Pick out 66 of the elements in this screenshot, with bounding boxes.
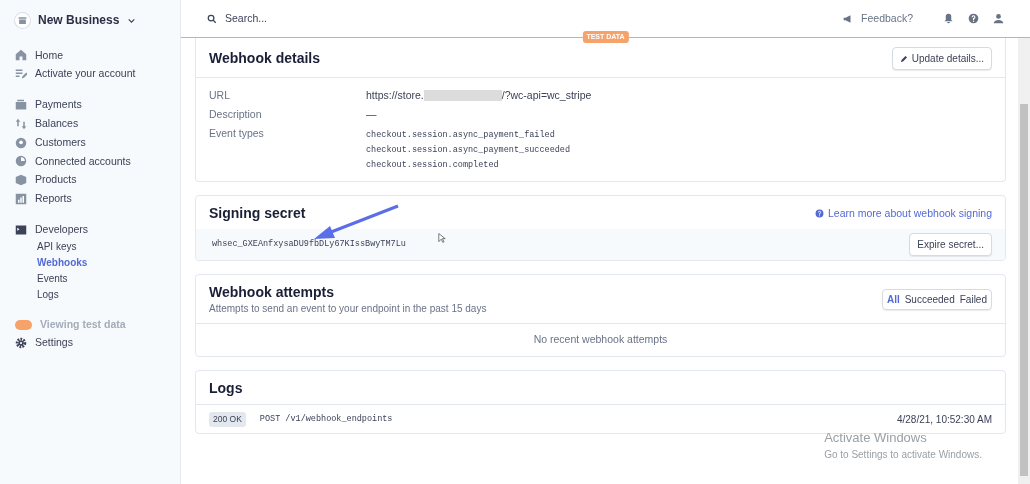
search-icon [207,13,217,24]
sidebar-item[interactable]: Products [15,170,180,190]
sidebar-subitem[interactable]: API keys [15,239,180,256]
sidebar-item[interactable]: Activate your account [15,64,180,84]
feedback-link[interactable]: Feedback? [861,10,913,27]
help-icon [814,208,824,218]
sidebar-item[interactable]: Home [15,46,180,65]
sidebar-subitem[interactable]: Events [15,271,180,288]
event-type: checkout.session.completed [366,159,500,172]
arrows-icon [15,117,27,130]
url-text: https://store. [366,88,424,103]
field-value: — [366,107,377,122]
sidebar-item[interactable]: Balances [15,114,180,134]
list-pencil-icon [15,68,27,81]
sidebar-item[interactable]: Reports [15,189,180,209]
business-name[interactable]: New Business [38,11,120,29]
sidebar-item[interactable]: Settings [15,333,180,353]
sidebar-subitem[interactable]: Webhooks [15,255,180,272]
sidebar-item[interactable]: Developers [15,220,180,240]
event-type: checkout.session.async_payment_succeeded [366,144,571,157]
scrollbar-thumb[interactable] [1020,104,1028,476]
bell-icon[interactable] [943,13,954,24]
status-badge: 200 OK [209,412,246,427]
pencil-icon [899,54,908,63]
log-request: POST /v1/webhook_endpoints [259,413,393,427]
filter-tab[interactable]: Succeeded [904,292,955,308]
card-title: Webhook details [209,50,320,67]
log-time: 4/28/21, 10:52:30 AM [896,413,992,428]
house-icon [15,49,27,62]
sidebar-subitem[interactable]: Logs [15,287,180,304]
help-icon[interactable] [968,13,979,24]
pie-icon [15,155,27,168]
sidebar-item[interactable]: Customers [15,133,180,152]
search-field[interactable]: Search... [223,9,423,28]
cursor-icon [438,231,446,244]
expire-secret-button[interactable]: Expire secret... [909,232,992,256]
activation-message: Go to Settings to activate Windows. [824,448,982,462]
card-subtitle: Attempts to send an event to your endpoint in the past 15 days [209,301,487,316]
test-data-toggle[interactable] [15,319,32,330]
person-circle-icon [15,136,27,149]
field-label: URL [209,88,231,103]
learn-more-link[interactable]: Learn more about webhook signing [814,205,992,222]
cube-icon [15,174,27,187]
bar-chart-icon [15,192,27,205]
card-title: Logs [209,380,243,398]
sidebar-item[interactable]: Connected accounts [15,152,180,171]
card-title: Webhook attempts [209,283,335,301]
user-icon[interactable] [993,13,1004,24]
url-text: /?wc-api=wc_stripe [501,88,592,103]
update-details-button[interactable]: Update details... [891,47,992,70]
scrollbar[interactable] [1018,38,1030,484]
event-type: checkout.session.async_payment_failed [366,129,556,142]
terminal-icon [15,223,27,236]
filter-tab[interactable]: All [886,292,900,308]
activation-title: Activate Windows [824,428,928,447]
megaphone-icon [843,13,854,24]
field-label: Description [209,107,263,122]
signing-secret: whsec_GXEAnfxysaDU9fbDLy67KIssBwyTM7Lu [212,237,406,251]
sidebar-item[interactable]: Payments [15,95,180,115]
card-title: Signing secret [209,205,306,222]
wallet-icon [15,99,27,111]
gear-icon [15,337,27,350]
field-label: Event types [209,126,265,141]
filter-tab[interactable]: Failed [959,292,987,308]
toggle-label: Viewing test data [40,316,126,332]
empty-message: No recent webhook attempts [532,331,669,347]
